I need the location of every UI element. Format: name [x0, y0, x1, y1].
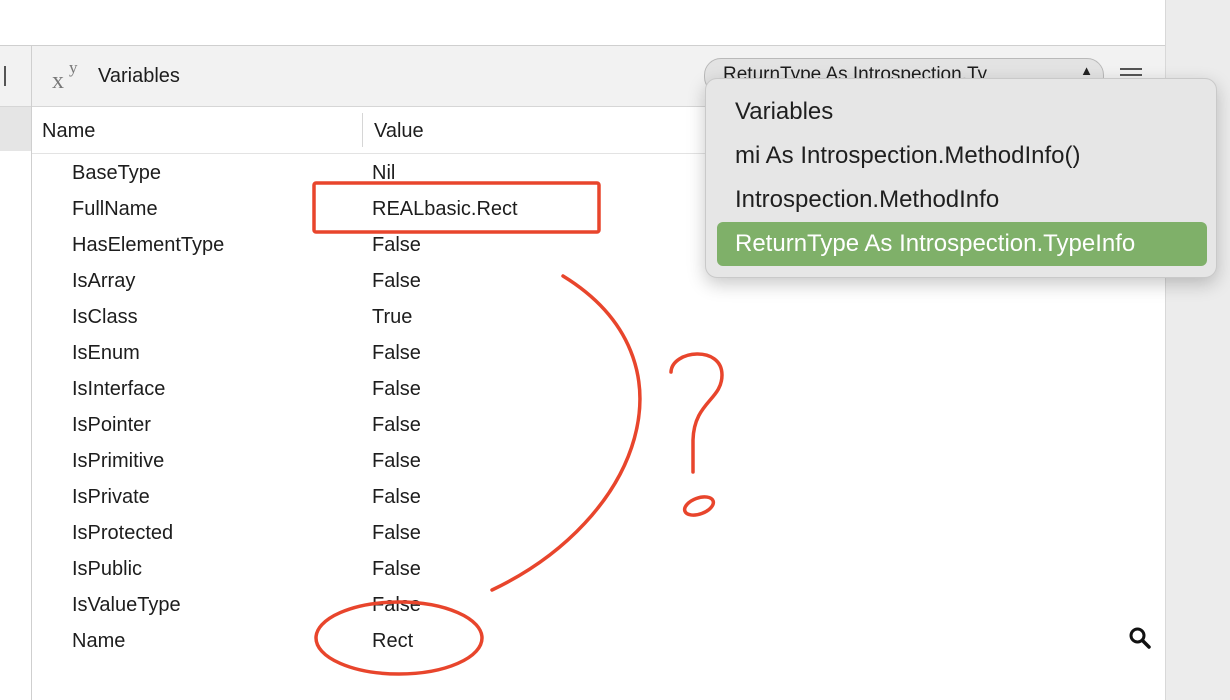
row-value: True [372, 306, 413, 328]
row-value: Nil [372, 162, 396, 184]
panel-title: Variables [98, 65, 180, 87]
table-row[interactable]: IsPublic False [32, 550, 1165, 586]
row-value: Rect [372, 630, 414, 652]
row-name: IsInterface [72, 378, 166, 400]
icon-y-glyph: y [69, 58, 78, 77]
table-row[interactable]: IsPointer False [32, 406, 1165, 442]
row-name: IsPointer [72, 414, 151, 436]
left-pane [0, 46, 32, 700]
menu-item-returntype[interactable]: ReturnType As Introspection.TypeInfo [717, 222, 1207, 266]
icon-x-glyph: x [52, 68, 64, 94]
row-name: IsPrimitive [72, 450, 165, 472]
menu-item-methodinfo-array[interactable]: mi As Introspection.MethodInfo() [717, 134, 1207, 178]
row-name: IsPrivate [72, 486, 150, 508]
table-row[interactable]: IsClass True [32, 298, 1165, 334]
row-value: False [372, 414, 421, 436]
menu-item-label: Variables [735, 98, 834, 125]
scope-dropdown-menu: Variables mi As Introspection.MethodInfo… [705, 78, 1217, 278]
row-name: IsArray [72, 270, 136, 292]
row-value: False [372, 558, 421, 580]
row-value: False [372, 342, 421, 364]
row-value: False [372, 522, 421, 544]
left-pane-header [0, 46, 31, 107]
column-header-name[interactable]: Name [42, 120, 95, 143]
top-strip [0, 0, 1165, 46]
menu-item-label: mi As Introspection.MethodInfo() [735, 142, 1081, 169]
row-name: IsClass [72, 306, 138, 328]
column-header-value[interactable]: Value [374, 120, 424, 143]
table-row[interactable]: Name Rect [32, 622, 1165, 658]
row-name: IsPublic [72, 558, 143, 580]
column-divider[interactable] [362, 113, 363, 147]
row-value: False [372, 450, 421, 472]
splitter-handle[interactable] [4, 66, 6, 86]
row-value: False [372, 594, 421, 616]
table-row[interactable]: IsInterface False [32, 370, 1165, 406]
row-value: False [372, 270, 421, 292]
table-row[interactable]: IsProtected False [32, 514, 1165, 550]
row-name: IsEnum [72, 342, 140, 364]
table-row[interactable]: IsPrivate False [32, 478, 1165, 514]
chevron-up-icon: ▲ [1080, 63, 1093, 78]
row-name: BaseType [72, 162, 161, 184]
row-value: False [372, 378, 421, 400]
row-name: HasElementType [72, 234, 225, 256]
table-row[interactable]: IsPrimitive False [32, 442, 1165, 478]
menu-item-label: ReturnType As Introspection.TypeInfo [735, 230, 1136, 257]
row-name: FullName [72, 198, 158, 220]
row-value: False [372, 234, 421, 256]
menu-item-variables[interactable]: Variables [717, 90, 1207, 134]
table-row[interactable]: IsValueType False [32, 586, 1165, 622]
row-name: Name [72, 630, 126, 652]
menu-item-methodinfo[interactable]: Introspection.MethodInfo [717, 178, 1207, 222]
search-icon[interactable] [1128, 626, 1152, 650]
left-pane-selected-row[interactable] [0, 107, 31, 151]
row-name: IsValueType [72, 594, 181, 616]
menu-item-label: Introspection.MethodInfo [735, 186, 1000, 213]
xy-variables-icon: x y [52, 58, 86, 94]
row-value: False [372, 486, 421, 508]
table-row[interactable]: IsEnum False [32, 334, 1165, 370]
row-name: IsProtected [72, 522, 174, 544]
row-value: REALbasic.Rect [372, 198, 518, 220]
